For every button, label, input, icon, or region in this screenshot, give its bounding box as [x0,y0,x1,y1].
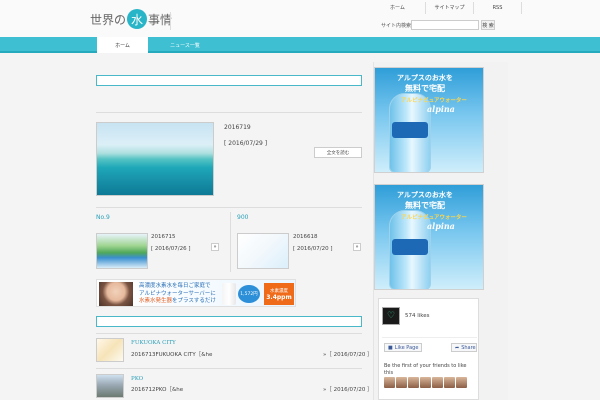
fb-share-label: Share [461,344,476,351]
card-separator [230,212,231,272]
list-category[interactable]: PKO [131,376,143,382]
toplink-home[interactable]: ホーム [378,2,426,14]
main-nav: ホーム ニュース一覧 [0,37,600,53]
logo-text-pre: 世界の [90,12,127,27]
avatar[interactable] [432,377,443,388]
banner-person-image [99,282,133,306]
divider [96,112,362,113]
card-date: [ 2016/07/26 ] [151,246,191,252]
fb-like-page-label: Like Page [394,344,419,351]
divider [96,333,362,334]
featured-thumbnail[interactable] [96,122,214,196]
avatar[interactable] [456,377,467,388]
banner-line3: 水素水発生器をプラスするだけ [139,298,216,306]
search-label: サイト内検索 [381,23,412,29]
toplink-rss[interactable]: RSS [474,2,522,14]
ad-brand-logo: alpina [427,221,455,231]
alpina-ad-banner[interactable]: アルプスのお水を 無料で宅配 アルピナピュアウォーター alpina [374,184,484,290]
avatar[interactable] [384,377,395,388]
ad-line1: アルプスのお水を [397,74,453,82]
hydrogen-water-banner[interactable]: 高濃度水素水を毎日ご家庭で アルピナウォーターサーバーに 水素水発生器をプラスす… [96,279,296,307]
card-thumbnail[interactable] [237,233,289,269]
banner-value-box: 水素濃度 3.4ppm [264,283,294,305]
page-logo-icon[interactable]: ♡ [382,307,400,325]
ad-line2: 無料で宅配 [405,84,445,93]
fb-friend-avatars [384,377,467,388]
search-button[interactable]: 検 索 [481,20,495,30]
card-thumbnail[interactable] [96,233,148,269]
banner-price-badge: 1,572円 [238,285,260,303]
banner-text: 高濃度水素水を毎日ご家庭で アルピナウォーターサーバーに 水素水発生器をプラスす… [139,283,216,306]
card-arrow-button[interactable]: » [353,243,361,251]
card-category[interactable]: 900 [237,214,248,221]
avatar[interactable] [396,377,407,388]
card-arrow-button[interactable]: » [211,243,219,251]
list-date: »［ 2016/07/20 ］ [323,387,373,393]
alpina-ad-banner[interactable]: アルプスのお水を 無料で宅配 アルピナピュアウォーター alpina [374,67,484,173]
fb-share-button[interactable]: ➦ Share [451,343,477,352]
list-text[interactable]: 2016713FUKUOKA CITY［&he [131,350,212,358]
nav-tab-news[interactable]: ニュース一覧 [160,37,210,53]
facebook-like-box: ♡ 574 likes ■ Like Page ➦ Share Be the f… [378,298,479,400]
banner-line1: 高濃度水素水を毎日ご家庭で [139,283,211,289]
featured-title[interactable]: 2016719 [224,124,251,131]
logo-divider [170,12,171,30]
banner-line3-rest: をプラスするだけ [172,298,216,304]
list-thumbnail[interactable] [96,374,124,398]
thumbs-up-icon: ■ [388,344,393,351]
fb-friends-text: Be the first of your friends to like thi… [384,363,467,376]
banner-product-image [222,283,236,305]
logo-text-post: 事情 [148,12,173,27]
fb-like-page-button[interactable]: ■ Like Page [384,343,422,352]
fb-divider [382,337,477,338]
list-date: »［ 2016/07/20 ］ [323,352,373,358]
card-date: [ 2016/07/20 ] [293,246,333,252]
card-title[interactable]: 2016715 [151,234,176,240]
card-title[interactable]: 2016618 [293,234,318,240]
jug-label [392,122,428,138]
site-header: 世界の 水 事情 ホーム サイトマップ RSS サイト内検索 検 索 [0,0,600,37]
banner-line3-highlight: 水素水発生器 [139,298,173,304]
top-links: ホーム サイトマップ RSS [378,2,522,14]
section-header-bar-news [96,316,362,327]
divider [96,207,362,208]
jug-label [392,239,428,255]
list-category[interactable]: FUKUOKA CITY [131,340,176,346]
ad-line3: アルピナピュアウォーター [401,98,467,104]
featured-date: [ 2016/07/29 ] [224,140,268,147]
site-logo[interactable]: 世界の 水 事情 [90,8,172,30]
water-jug-image [389,93,431,172]
avatar[interactable] [408,377,419,388]
banner-value-number: 3.4ppm [266,293,292,301]
card-category[interactable]: No.9 [96,214,110,221]
section-header-bar-top [96,75,362,86]
nav-tab-home[interactable]: ホーム [97,37,148,53]
avatar[interactable] [444,377,455,388]
ad-brand-logo: alpina [427,104,455,114]
read-more-button[interactable]: 全文を読む [314,147,362,158]
ad-line1: アルプスのお水を [397,191,453,199]
fb-likes-count: 574 likes [405,313,430,319]
toplink-sitemap[interactable]: サイトマップ [426,2,474,14]
banner-line2: アルピナウォーターサーバーに [139,290,216,297]
water-jug-image [389,210,431,289]
divider [96,368,362,369]
avatar[interactable] [420,377,431,388]
search-input[interactable] [411,20,479,30]
logo-water-drop: 水 [127,9,148,29]
share-icon: ➦ [455,344,460,351]
ad-line2: 無料で宅配 [405,201,445,210]
list-text[interactable]: 2016712PKO［&he [131,385,183,393]
ad-line3: アルピナピュアウォーター [401,215,467,221]
list-thumbnail[interactable] [96,338,124,362]
